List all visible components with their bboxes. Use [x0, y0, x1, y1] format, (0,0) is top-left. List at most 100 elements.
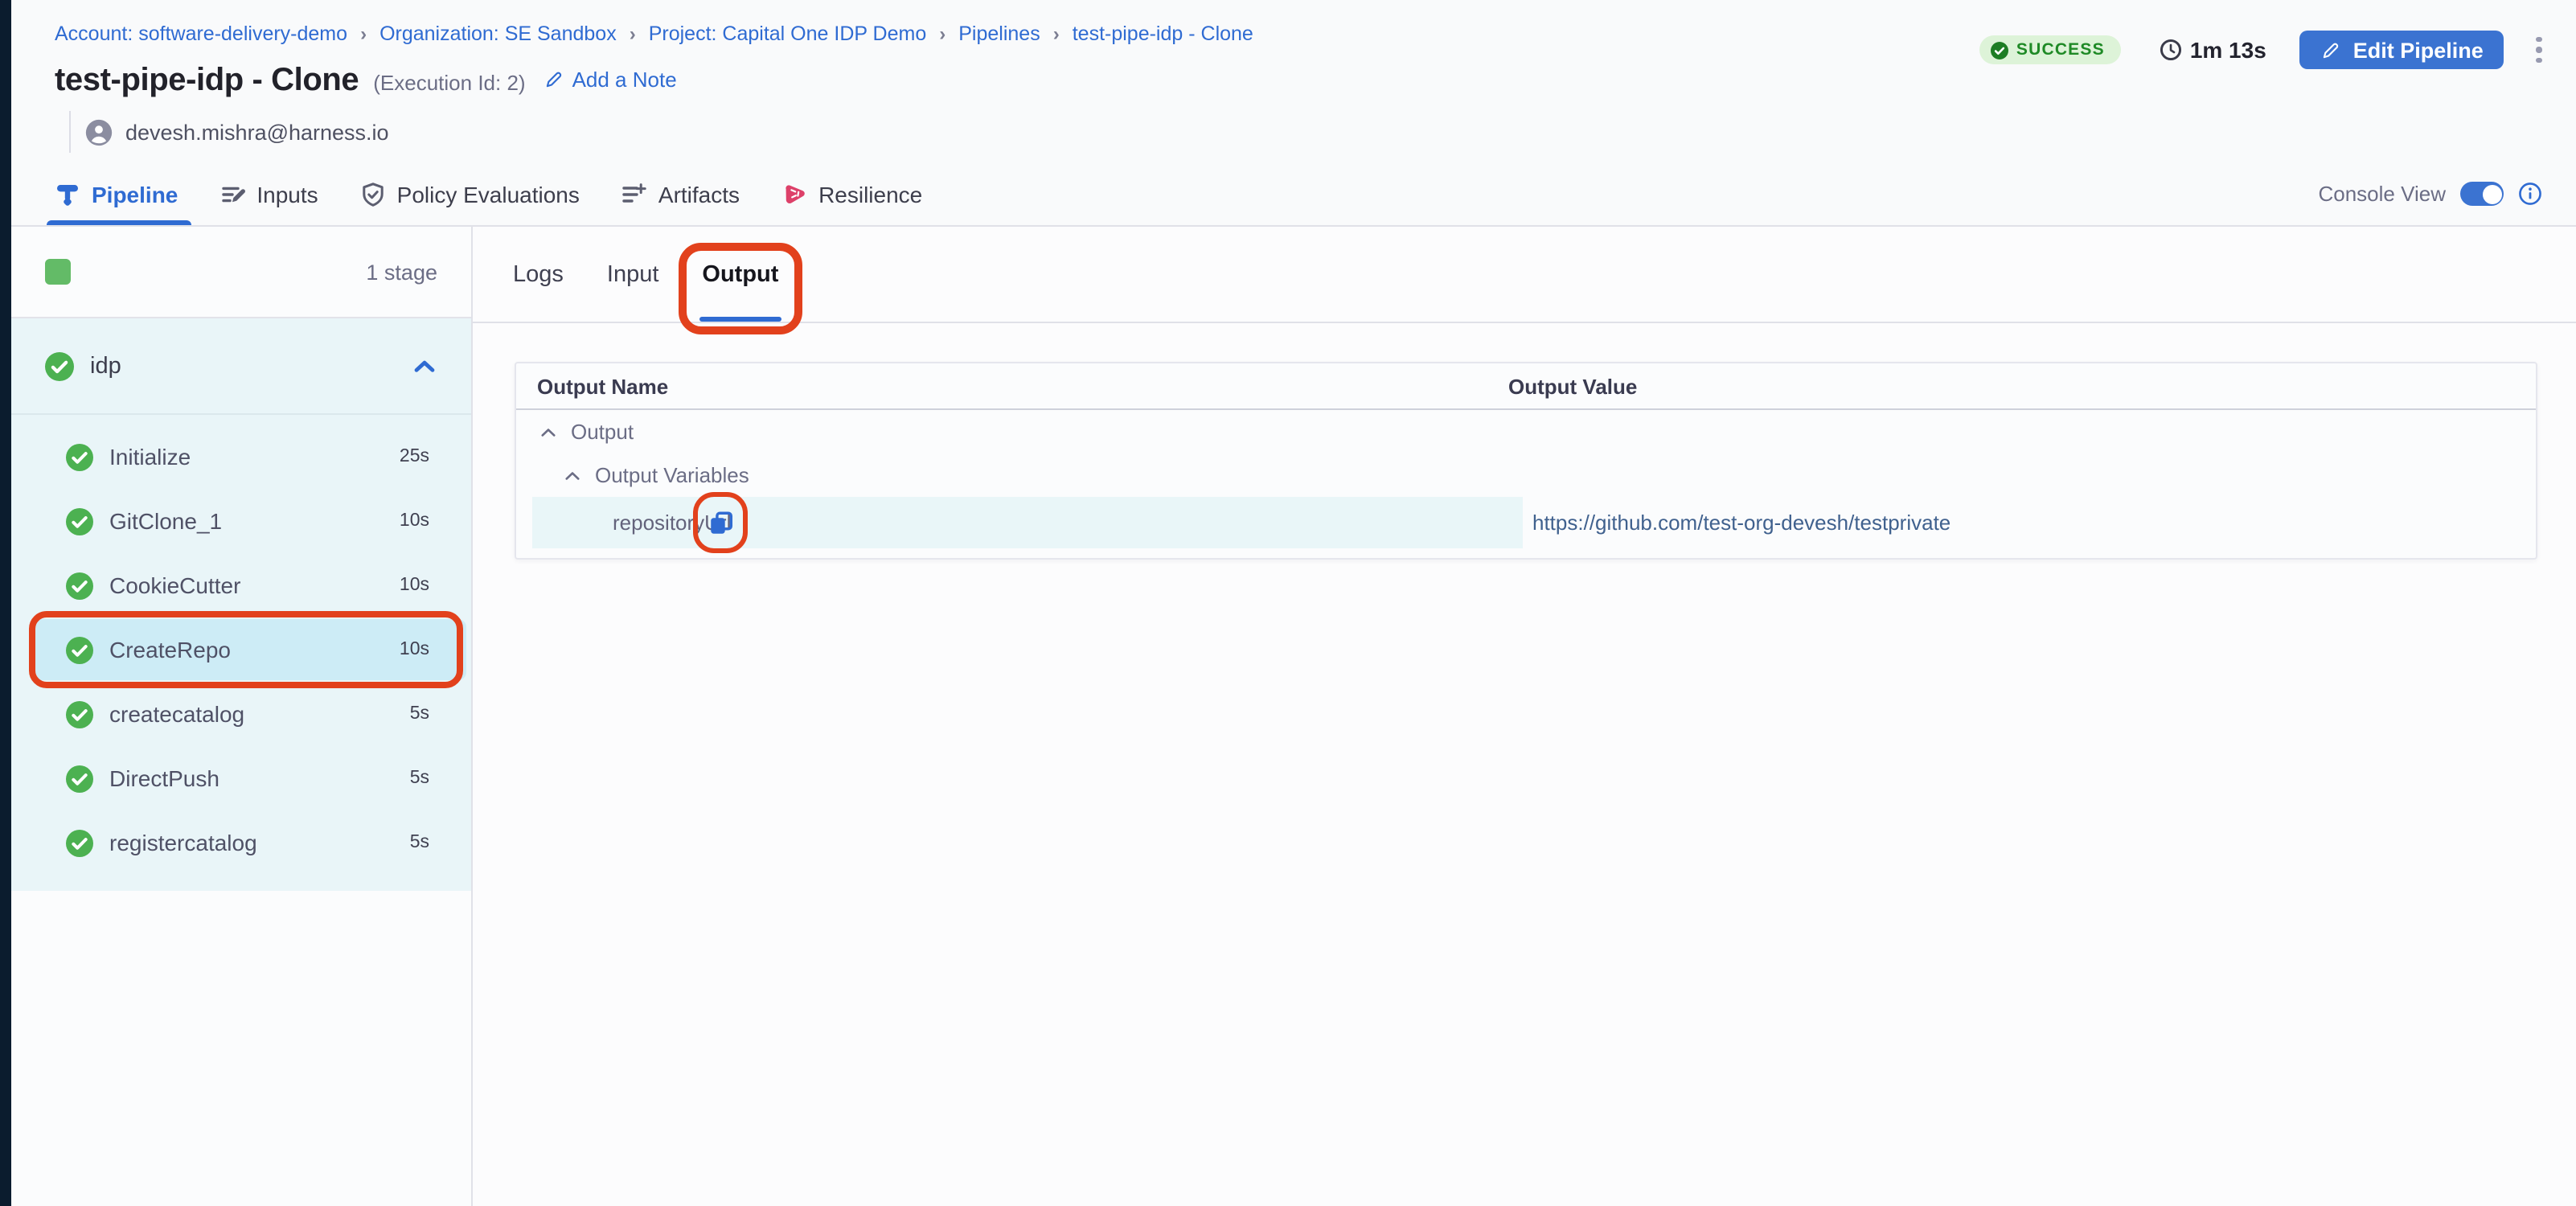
- step-detail-tabs: Logs Input Output: [473, 227, 2576, 323]
- harness-pipeline-execution-page: Account: software-delivery-demo › Organi…: [0, 0, 2576, 1206]
- step-duration: 10s: [400, 640, 429, 659]
- stage-name: idp: [90, 353, 121, 379]
- check-circle-icon: [66, 507, 93, 535]
- user-email: devesh.mishra@harness.io: [125, 120, 389, 144]
- breadcrumb-pipelines[interactable]: Pipelines: [958, 23, 1040, 45]
- breadcrumb-separator: ›: [630, 23, 636, 45]
- check-circle-icon: [66, 700, 93, 728]
- chevron-up-icon: [539, 422, 558, 441]
- tab-inputs-label: Inputs: [256, 181, 318, 207]
- step-name: DirectPush: [109, 765, 219, 791]
- table-group-output[interactable]: Output: [516, 410, 2536, 453]
- triggered-by: devesh.mishra@harness.io: [69, 111, 2576, 153]
- step-name: GitClone_1: [109, 508, 222, 534]
- step-name: CookieCutter: [109, 572, 240, 598]
- more-options-menu[interactable]: [2527, 31, 2552, 68]
- step-name: registercatalog: [109, 830, 257, 855]
- breadcrumb-separator: ›: [360, 23, 367, 45]
- step-row-registercatalog[interactable]: registercatalog 5s: [11, 810, 471, 875]
- tab-logs[interactable]: Logs: [513, 227, 564, 322]
- step-duration: 5s: [410, 704, 429, 724]
- chevron-up-icon[interactable]: [412, 353, 437, 379]
- execution-duration: 1m 13s: [2160, 37, 2266, 63]
- step-row-initialize[interactable]: Initialize 25s: [11, 425, 471, 489]
- tab-pipeline-label: Pipeline: [92, 181, 178, 207]
- tab-policy-evaluations-label: Policy Evaluations: [397, 181, 580, 207]
- check-circle-icon: [66, 572, 93, 599]
- inputs-icon: [219, 181, 245, 207]
- stage-status-square[interactable]: [45, 259, 71, 285]
- copy-button[interactable]: [704, 507, 736, 539]
- pipeline-icon: [55, 181, 80, 207]
- pencil-icon: [2321, 39, 2342, 60]
- step-list: Initialize 25s GitClone_1 10s CookieCutt…: [11, 415, 471, 891]
- breadcrumb-separator: ›: [939, 23, 945, 45]
- step-row-createrepo-selected[interactable]: CreateRepo 10s: [11, 617, 471, 682]
- output-variable-value[interactable]: https://github.com/test-org-devesh/testp…: [1532, 511, 1950, 535]
- info-icon[interactable]: [2518, 182, 2542, 206]
- sidebar-filler: [11, 891, 471, 1206]
- stage-graph-header: 1 stage: [11, 227, 471, 318]
- step-duration: 10s: [400, 576, 429, 595]
- step-row-directpush[interactable]: DirectPush 5s: [11, 746, 471, 810]
- step-duration: 25s: [400, 447, 429, 466]
- tab-input-label: Input: [607, 261, 659, 287]
- breadcrumb-separator: ›: [1053, 23, 1060, 45]
- check-circle-icon: [66, 765, 93, 792]
- add-note-label: Add a Note: [572, 68, 677, 92]
- resilience-chaos-icon: [781, 181, 807, 207]
- check-circle-icon: [66, 829, 93, 856]
- add-note-link[interactable]: Add a Note: [544, 68, 677, 92]
- duration-label: 1m 13s: [2190, 37, 2266, 63]
- column-output-name: Output Name: [516, 374, 1508, 398]
- tab-artifacts-label: Artifacts: [658, 181, 740, 207]
- collapsed-nav-rail[interactable]: [0, 0, 11, 1206]
- step-row-cookiecutter[interactable]: CookieCutter 10s: [11, 553, 471, 617]
- output-table: Output Name Output Value Output Output: [515, 362, 2537, 560]
- execution-tabbar: Pipeline Inputs Policy Evaluations Art: [11, 162, 2576, 227]
- step-row-gitclone[interactable]: GitClone_1 10s: [11, 489, 471, 553]
- step-duration: 5s: [410, 833, 429, 852]
- table-group-output-variables[interactable]: Output Variables: [516, 453, 2536, 497]
- step-row-createcatalog[interactable]: createcatalog 5s: [11, 682, 471, 746]
- stage-count: 1 stage: [366, 260, 437, 284]
- breadcrumb-account[interactable]: Account: software-delivery-demo: [55, 23, 347, 45]
- page-title: test-pipe-idp - Clone: [55, 63, 359, 100]
- console-view-toggle[interactable]: [2460, 182, 2504, 206]
- artifacts-icon: [621, 181, 647, 207]
- active-tab-underline: [699, 316, 781, 322]
- chevron-up-icon: [563, 466, 582, 485]
- active-tab-underline: [47, 219, 191, 225]
- check-circle-icon: [66, 443, 93, 470]
- step-name: Initialize: [109, 444, 191, 470]
- tab-resilience-label: Resilience: [818, 181, 922, 207]
- step-duration: 5s: [410, 769, 429, 788]
- breadcrumb-current-pipeline[interactable]: test-pipe-idp - Clone: [1073, 23, 1253, 45]
- clock-icon: [2160, 39, 2182, 61]
- tab-output[interactable]: Output: [702, 227, 778, 322]
- check-circle-icon: [1991, 41, 2008, 59]
- edit-pipeline-button[interactable]: Edit Pipeline: [2300, 31, 2504, 69]
- tab-pipeline[interactable]: Pipeline: [55, 162, 178, 225]
- tab-input[interactable]: Input: [607, 227, 659, 322]
- tab-resilience[interactable]: Resilience: [781, 162, 922, 225]
- shield-check-icon: [360, 181, 386, 207]
- breadcrumb-organization[interactable]: Organization: SE Sandbox: [379, 23, 617, 45]
- check-circle-icon: [66, 636, 93, 663]
- execution-id: (Execution Id: 2): [373, 71, 525, 95]
- output-table-header: Output Name Output Value: [516, 363, 2536, 410]
- column-output-value: Output Value: [1508, 374, 1637, 398]
- tab-output-label: Output: [702, 261, 778, 287]
- tab-policy-evaluations[interactable]: Policy Evaluations: [360, 162, 580, 225]
- table-row-repositoryurl[interactable]: repositoryUrl https://github.com/test-or…: [516, 497, 2536, 548]
- tab-artifacts[interactable]: Artifacts: [621, 162, 740, 225]
- group-label: Output: [571, 420, 634, 444]
- tab-inputs[interactable]: Inputs: [219, 162, 318, 225]
- step-name: createcatalog: [109, 701, 244, 727]
- breadcrumb-project[interactable]: Project: Capital One IDP Demo: [649, 23, 927, 45]
- pencil-icon: [544, 69, 564, 90]
- check-circle-icon: [45, 351, 74, 380]
- status-badge: SUCCESS: [1979, 35, 2121, 64]
- stage-row-idp[interactable]: idp: [11, 318, 471, 415]
- tab-logs-label: Logs: [513, 261, 564, 287]
